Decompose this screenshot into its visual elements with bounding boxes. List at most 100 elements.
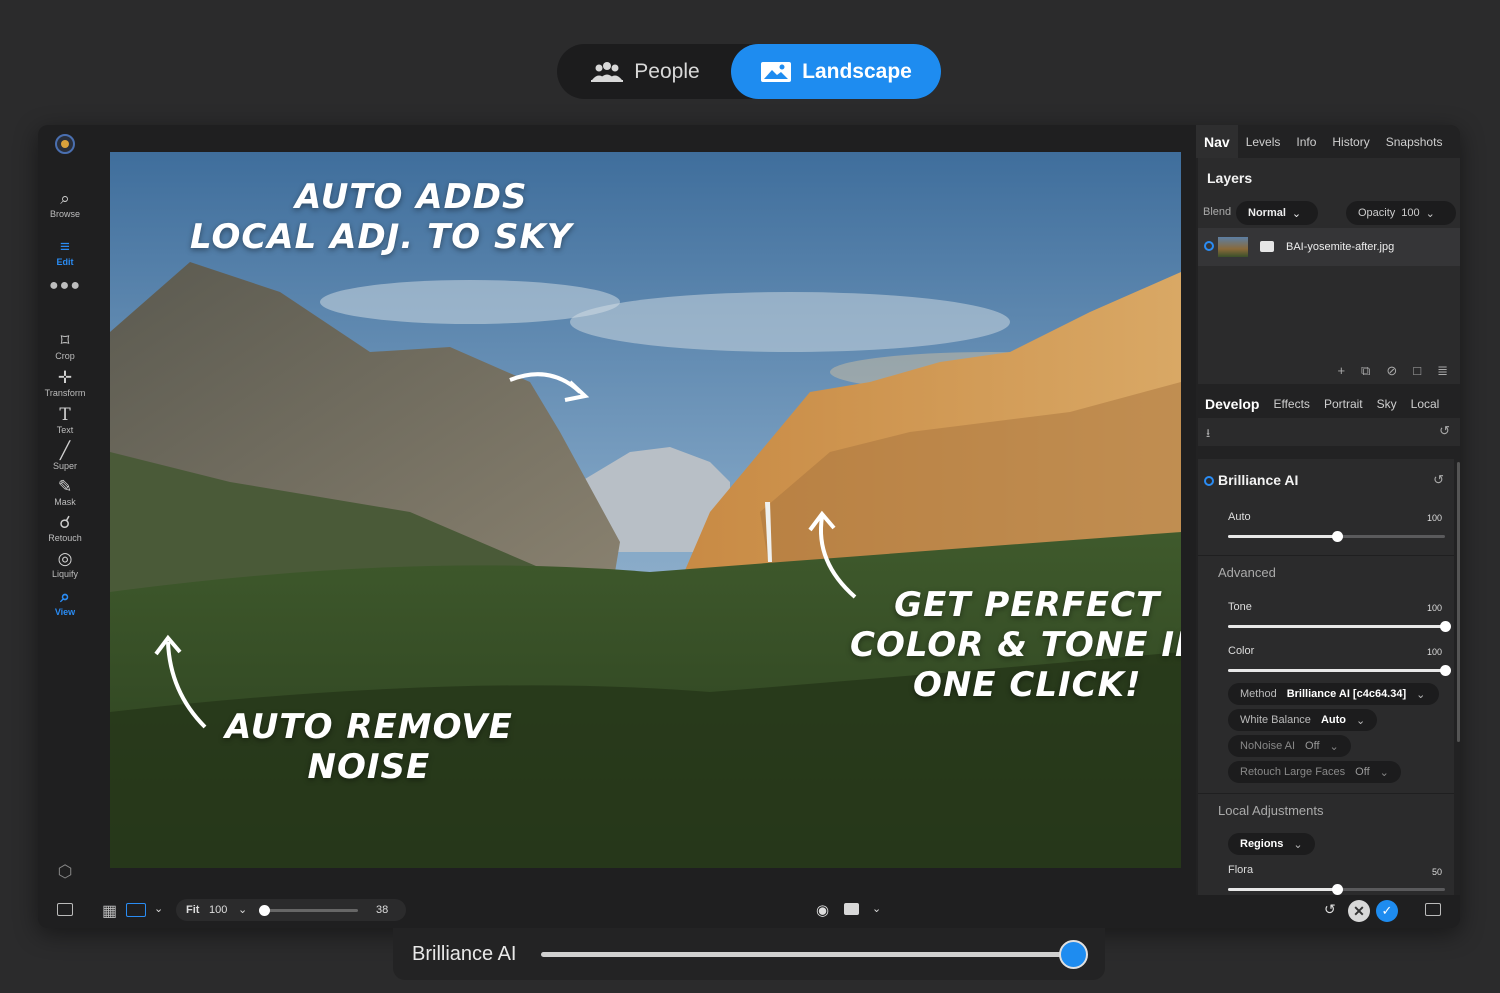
flora-slider-knob[interactable] xyxy=(1331,884,1343,895)
flora-slider-fill xyxy=(1228,888,1337,891)
compare-icon[interactable] xyxy=(844,903,859,915)
view-mode-chevron-icon[interactable]: ⌄ xyxy=(154,902,163,915)
retouch-icon: ☌ xyxy=(59,513,71,532)
tab-local[interactable]: Local xyxy=(1404,390,1447,418)
auto-value: 100 xyxy=(1426,513,1442,523)
mode-toggle: People Landscape xyxy=(557,44,941,99)
color-annotation: Get Perfect Color & Tone In One Click! xyxy=(850,585,1181,705)
tab-develop[interactable]: Develop xyxy=(1198,390,1266,418)
landscape-icon xyxy=(761,61,792,82)
brilliance-ai-slider-bar: Brilliance AI xyxy=(393,928,1105,980)
zoom-value[interactable]: 100 xyxy=(209,904,227,916)
brilliance-ai-slider-knob[interactable] xyxy=(1059,940,1088,969)
opacity-value: 100 xyxy=(1401,207,1420,219)
tab-info[interactable]: Info xyxy=(1288,125,1324,158)
color-slider-knob[interactable] xyxy=(1440,665,1451,676)
brilliance-toggle-icon[interactable] xyxy=(1204,476,1214,486)
tool-label: Mask xyxy=(54,497,76,507)
white-balance-dropdown[interactable]: White Balance Auto ⌄ xyxy=(1228,709,1378,731)
more-tools-button[interactable]: ●●● xyxy=(38,277,92,295)
landscape-mode-button[interactable]: Landscape xyxy=(731,44,941,99)
method-value: Brilliance AI [c4c64.34] xyxy=(1286,688,1407,700)
toggle-right-panel-icon[interactable] xyxy=(1425,903,1441,916)
tool-liquify[interactable]: ◎ Liquify xyxy=(38,549,92,579)
brilliance-reset-icon[interactable]: ↺ xyxy=(1433,472,1444,488)
flora-slider[interactable] xyxy=(1228,884,1445,895)
cancel-icon[interactable]: ✕ xyxy=(1348,900,1370,922)
tool-label: View xyxy=(54,607,76,617)
tool-super[interactable]: ╱ Super xyxy=(38,441,92,471)
presets-icon[interactable]: ⭳ xyxy=(1206,424,1210,445)
blend-dropdown[interactable]: Normal ⌄ xyxy=(1236,201,1318,225)
zoom-chevron-icon[interactable]: ⌄ xyxy=(238,903,247,916)
extensions-button[interactable]: ⬡ xyxy=(38,862,92,882)
grid-view-icon[interactable]: ▦ xyxy=(102,901,117,921)
delete-layer-icon[interactable]: □ xyxy=(1413,363,1421,379)
develop-panel: Brilliance AI ↺ Auto 100 Advanced Tone 1… xyxy=(1198,459,1454,895)
extensions-icon: ⬡ xyxy=(57,862,73,881)
flora-value: 50 xyxy=(1431,867,1442,877)
layer-name: BAI-yosemite-after.jpg xyxy=(1286,241,1395,253)
tool-edit[interactable]: ≡ Edit xyxy=(38,237,92,267)
retouch-faces-dropdown[interactable]: Retouch Large Faces Off ⌄ xyxy=(1228,761,1401,783)
size-slider[interactable] xyxy=(259,905,358,916)
brilliance-ai-slider[interactable] xyxy=(541,940,1088,969)
add-layer-icon[interactable]: + xyxy=(1337,363,1345,379)
more-icon: ●●● xyxy=(49,277,81,294)
develop-toolbar: ⭳ ↺ xyxy=(1198,418,1460,446)
duplicate-layer-icon[interactable]: ⧉ xyxy=(1361,363,1370,379)
method-dropdown[interactable]: Method Brilliance AI [c4c64.34] ⌄ xyxy=(1228,683,1439,705)
sky-annotation: Auto Adds Local Adj. To Sky xyxy=(190,177,572,257)
tool-crop[interactable]: ⌑ Crop xyxy=(38,331,92,361)
tool-label: Browse xyxy=(49,209,80,219)
photo-canvas[interactable]: Auto Adds Local Adj. To Sky Auto Remove … xyxy=(110,152,1181,868)
tone-slider-knob[interactable] xyxy=(1440,621,1451,632)
tone-slider[interactable] xyxy=(1228,621,1451,632)
tone-label: Tone xyxy=(1228,601,1252,613)
apply-icon[interactable]: ✓ xyxy=(1376,900,1398,922)
eye-icon[interactable]: ◉ xyxy=(816,901,829,919)
tab-history[interactable]: History xyxy=(1324,125,1377,158)
advanced-label[interactable]: Advanced xyxy=(1218,565,1276,580)
tab-snapshots[interactable]: Snapshots xyxy=(1378,125,1451,158)
browse-icon: ⌕ xyxy=(60,189,70,208)
annotation-line: Get Perfect xyxy=(894,585,1161,625)
tab-effects[interactable]: Effects xyxy=(1266,390,1316,418)
tool-view[interactable]: ⌕ View xyxy=(38,587,92,617)
tool-transform[interactable]: ✛ Transform xyxy=(38,368,92,398)
toggle-left-panel-icon[interactable] xyxy=(57,903,73,916)
erase-layer-icon[interactable]: ⊘ xyxy=(1386,363,1397,379)
tab-portrait[interactable]: Portrait xyxy=(1317,390,1370,418)
annotation-line: Local Adj. To Sky xyxy=(190,217,573,257)
regions-dropdown[interactable]: Regions ⌄ xyxy=(1228,833,1315,855)
auto-slider[interactable] xyxy=(1228,531,1445,542)
color-slider[interactable] xyxy=(1228,665,1451,676)
layers-stack-icon[interactable]: ≣ xyxy=(1437,363,1448,379)
nav-tabs: Nav Levels Info History Snapshots xyxy=(1196,125,1460,158)
opacity-dropdown[interactable]: Opacity 100 ⌄ xyxy=(1346,201,1456,225)
tab-nav[interactable]: Nav xyxy=(1196,125,1238,158)
fit-button[interactable]: Fit xyxy=(186,904,199,916)
single-view-icon[interactable] xyxy=(126,903,146,917)
tool-retouch[interactable]: ☌ Retouch xyxy=(38,513,92,543)
layer-actions: + ⧉ ⊘ □ ≣ xyxy=(1337,363,1448,379)
tool-mask[interactable]: ✎ Mask xyxy=(38,477,92,507)
reset-icon[interactable]: ↺ xyxy=(1439,423,1450,439)
mask-icon[interactable] xyxy=(1260,241,1274,252)
auto-slider-knob[interactable] xyxy=(1331,531,1343,542)
nonoise-dropdown[interactable]: NoNoise AI Off ⌄ xyxy=(1228,735,1351,757)
compare-chevron-icon[interactable]: ⌄ xyxy=(872,902,881,915)
people-mode-button[interactable]: People xyxy=(557,44,733,99)
landscape-mode-label: Landscape xyxy=(802,59,912,83)
tab-levels[interactable]: Levels xyxy=(1238,125,1289,158)
tool-text[interactable]: T Text xyxy=(38,405,92,435)
local-adjustments-label[interactable]: Local Adjustments xyxy=(1218,803,1324,818)
size-slider-knob[interactable] xyxy=(259,905,270,916)
tool-browse[interactable]: ⌕ Browse xyxy=(38,189,92,219)
undo-icon[interactable]: ↺ xyxy=(1324,901,1336,918)
layer-row[interactable]: BAI-yosemite-after.jpg xyxy=(1198,228,1460,266)
method-label: Method xyxy=(1240,688,1277,700)
layer-visibility-icon[interactable] xyxy=(1204,241,1214,251)
panel-scrollbar[interactable] xyxy=(1457,462,1460,742)
tab-sky[interactable]: Sky xyxy=(1370,390,1404,418)
